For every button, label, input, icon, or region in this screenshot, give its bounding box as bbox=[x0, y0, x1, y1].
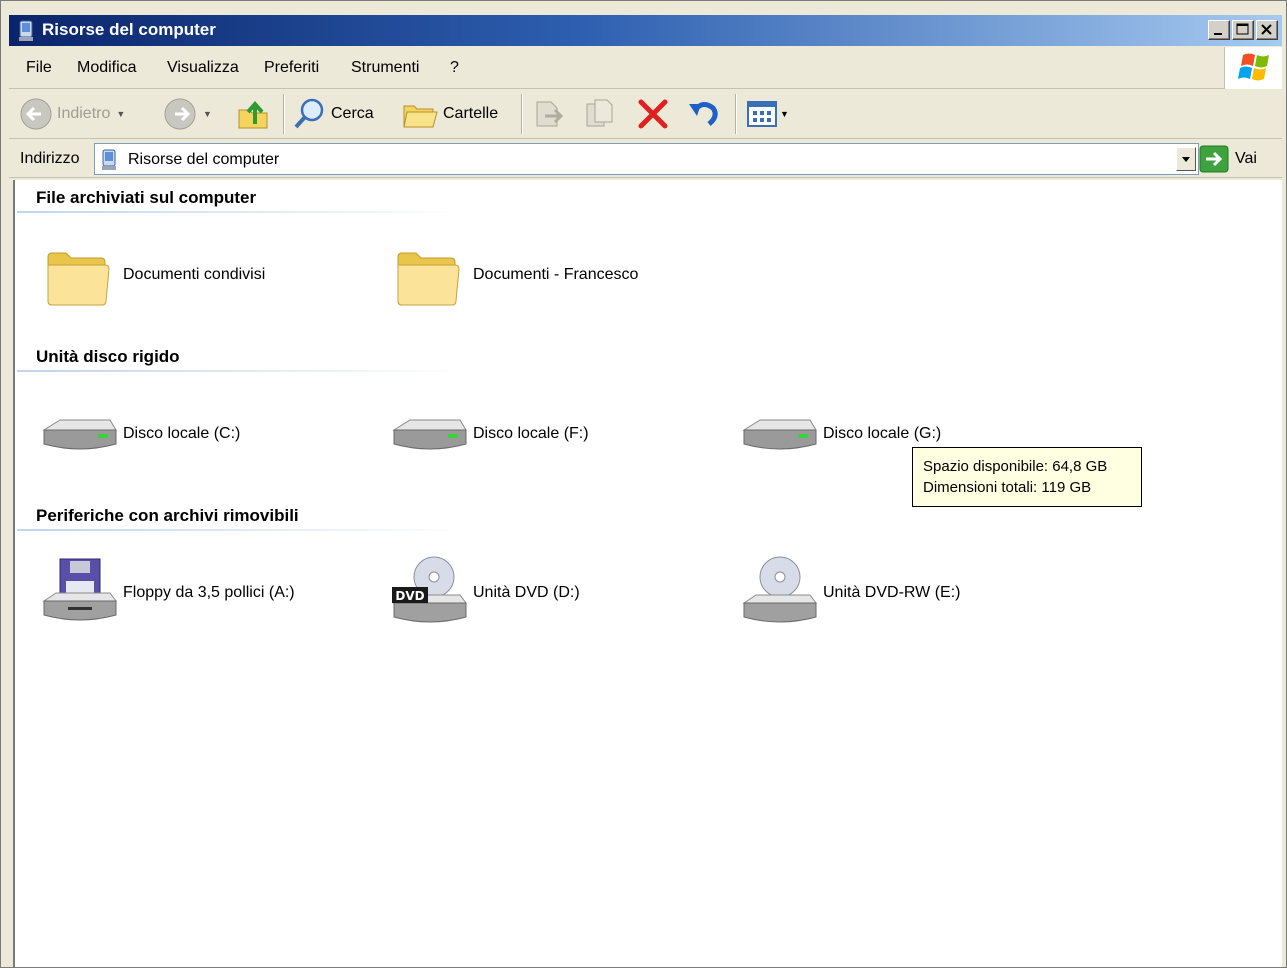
item-documenti-francesco[interactable]: Documenti - Francesco bbox=[390, 235, 638, 315]
chevron-down-icon bbox=[1182, 157, 1190, 162]
forward-button[interactable]: ▼ bbox=[163, 96, 212, 132]
views-icon bbox=[747, 101, 777, 127]
tooltip-total-size: Dimensioni totali: 119 GB bbox=[923, 479, 1092, 496]
item-name: Disco locale (G:) bbox=[823, 425, 942, 442]
toolbar-separator bbox=[521, 94, 523, 134]
menu-strumenti[interactable]: Strumenti bbox=[351, 59, 419, 77]
item-dvdrw-e[interactable]: Unità DVD-RW (E:) bbox=[740, 553, 961, 633]
hard-drive-icon bbox=[742, 419, 817, 450]
dvd-rw-drive-icon bbox=[742, 556, 817, 623]
back-button[interactable]: Indietro ▼ bbox=[19, 96, 125, 132]
group-title-removable: Periferiche con archivi rimovibili bbox=[36, 506, 299, 525]
copy-to-button[interactable] bbox=[583, 96, 619, 132]
up-folder-icon bbox=[238, 100, 268, 129]
folders-button[interactable]: Cartelle bbox=[401, 96, 498, 132]
group-divider bbox=[17, 370, 467, 372]
views-dropdown-icon[interactable]: ▼ bbox=[780, 109, 789, 119]
explorer-window: Risorse del computer File Modifica Visua… bbox=[0, 0, 1287, 968]
address-input[interactable]: Risorse del computer bbox=[94, 143, 1199, 175]
address-label: Indirizzo bbox=[20, 150, 80, 167]
minimize-button[interactable] bbox=[1208, 20, 1230, 40]
close-button[interactable] bbox=[1256, 20, 1278, 40]
my-computer-icon bbox=[19, 20, 33, 41]
standard-toolbar: Indietro ▼ ▼ Cerca Cartelle ▼ bbox=[9, 90, 1282, 139]
forward-dropdown-icon[interactable]: ▼ bbox=[203, 109, 212, 119]
undo-icon bbox=[689, 102, 718, 126]
move-to-button[interactable] bbox=[531, 96, 567, 132]
dvd-drive-icon: DVD bbox=[392, 556, 467, 623]
group-title-hard-drives: Unità disco rigido bbox=[36, 347, 180, 366]
item-name: Documenti - Francesco bbox=[473, 266, 639, 283]
dvd-badge: DVD bbox=[395, 589, 424, 603]
menu-visualizza[interactable]: Visualizza bbox=[167, 59, 239, 77]
my-computer-icon bbox=[102, 149, 116, 170]
go-button[interactable]: Vai bbox=[1199, 144, 1257, 174]
maximize-icon bbox=[1236, 23, 1249, 35]
go-arrow-icon bbox=[1199, 145, 1229, 173]
title-bar[interactable]: Risorse del computer bbox=[9, 15, 1282, 46]
tooltip-free-space: Spazio disponibile: 64,8 GB bbox=[923, 458, 1108, 475]
group-divider bbox=[17, 211, 467, 213]
item-name: Documenti condivisi bbox=[123, 266, 266, 283]
item-name: Floppy da 3,5 pollici (A:) bbox=[123, 584, 295, 601]
up-folder-button[interactable] bbox=[235, 96, 271, 132]
back-dropdown-icon[interactable]: ▼ bbox=[116, 109, 125, 119]
toolbar-separator bbox=[283, 94, 285, 134]
item-name: Unità DVD (D:) bbox=[473, 584, 580, 601]
views-button[interactable]: ▼ bbox=[745, 96, 789, 132]
menu-help[interactable]: ? bbox=[450, 59, 459, 77]
item-disco-c[interactable]: Disco locale (C:) bbox=[40, 394, 240, 474]
address-bar: Indirizzo Risorse del computer Vai bbox=[9, 140, 1282, 178]
address-value: Risorse del computer bbox=[128, 151, 280, 168]
menu-preferiti[interactable]: Preferiti bbox=[264, 59, 319, 77]
menu-modifica[interactable]: Modifica bbox=[77, 59, 137, 77]
undo-button[interactable] bbox=[685, 96, 721, 132]
go-label: Vai bbox=[1235, 150, 1257, 167]
group-title-stored-files: File archiviati sul computer bbox=[36, 188, 257, 207]
windows-flag-icon bbox=[1238, 53, 1269, 81]
close-icon bbox=[1261, 24, 1272, 35]
item-name: Unità DVD-RW (E:) bbox=[823, 584, 961, 601]
floppy-drive-icon bbox=[42, 558, 117, 621]
menu-bar: File Modifica Visualizza Preferiti Strum… bbox=[9, 47, 1282, 89]
address-dropdown-button[interactable] bbox=[1176, 147, 1196, 171]
item-documenti-condivisi[interactable]: Documenti condivisi bbox=[40, 235, 265, 315]
item-name: Disco locale (F:) bbox=[473, 425, 589, 442]
folders-label: Cartelle bbox=[443, 105, 499, 122]
item-disco-f[interactable]: Disco locale (F:) bbox=[390, 394, 589, 474]
delete-button[interactable] bbox=[635, 96, 671, 132]
back-label: Indietro bbox=[57, 105, 111, 122]
item-floppy-a[interactable]: Floppy da 3,5 pollici (A:) bbox=[40, 553, 295, 633]
folder-icon bbox=[47, 252, 110, 306]
copy-to-icon bbox=[586, 99, 613, 127]
window-controls bbox=[1208, 20, 1278, 40]
window-title: Risorse del computer bbox=[42, 20, 216, 39]
search-label: Cerca bbox=[331, 105, 374, 122]
move-to-icon bbox=[536, 101, 564, 127]
windows-logo bbox=[1224, 47, 1282, 89]
minimize-icon bbox=[1214, 33, 1222, 35]
content-pane[interactable]: File archiviati sul computer Documenti c… bbox=[13, 180, 1282, 967]
item-dvd-d[interactable]: DVD Unità DVD (D:) bbox=[390, 553, 580, 633]
drive-info-tooltip: Spazio disponibile: 64,8 GB Dimensioni t… bbox=[912, 447, 1142, 507]
back-arrow-icon bbox=[20, 98, 52, 130]
item-name: Disco locale (C:) bbox=[123, 425, 241, 442]
maximize-button[interactable] bbox=[1232, 20, 1254, 40]
folders-icon bbox=[403, 105, 438, 128]
group-divider bbox=[17, 529, 467, 531]
toolbar-separator bbox=[735, 94, 737, 134]
folder-icon bbox=[397, 252, 460, 306]
delete-x-icon bbox=[638, 99, 668, 129]
hard-drive-icon bbox=[42, 419, 117, 450]
menu-file[interactable]: File bbox=[26, 59, 52, 77]
hard-drive-icon bbox=[392, 419, 467, 450]
search-button[interactable]: Cerca bbox=[291, 96, 374, 132]
search-icon bbox=[294, 98, 324, 129]
forward-arrow-icon bbox=[164, 98, 196, 130]
